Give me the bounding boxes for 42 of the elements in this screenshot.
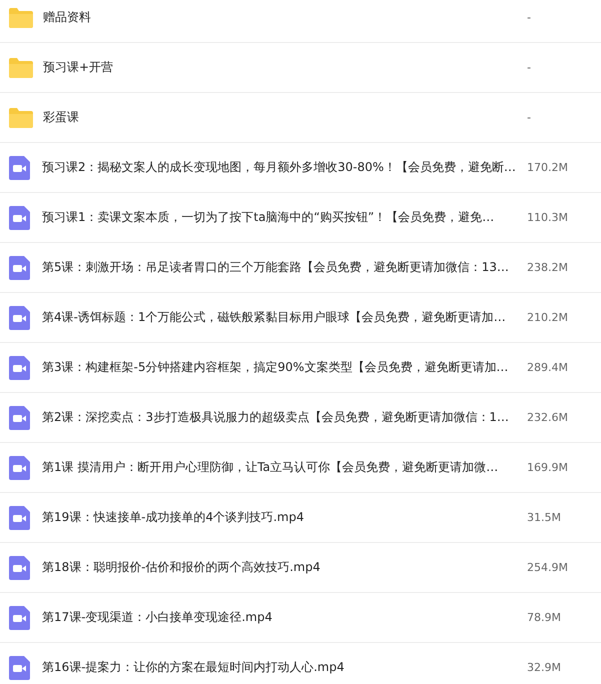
file-size: - bbox=[527, 61, 532, 74]
file-name[interactable]: 预习课1：卖课文案本质，一切为了按下ta脑海中的“购买按钮”！【会员免费，避免… bbox=[42, 209, 527, 226]
folder-icon bbox=[9, 8, 33, 28]
video-file-icon bbox=[9, 456, 30, 480]
video-file-icon bbox=[9, 406, 30, 430]
file-name[interactable]: 第1课 摸清用户：断开用户心理防御，让Ta立马认可你【会员免费，避免断更请加微… bbox=[42, 459, 527, 476]
video-file-icon bbox=[9, 206, 30, 230]
file-size: 170.2M bbox=[527, 161, 569, 174]
video-file-icon bbox=[9, 256, 30, 280]
video-file-icon bbox=[9, 556, 30, 580]
file-name[interactable]: 彩蛋课 bbox=[43, 109, 527, 126]
folder-icon bbox=[9, 108, 33, 128]
file-name[interactable]: 第17课-变现渠道：小白接单变现途径.mp4 bbox=[42, 609, 527, 626]
file-size: 254.9M bbox=[527, 561, 569, 574]
file-size: 210.2M bbox=[527, 311, 569, 324]
file-name[interactable]: 第3课：构建框架-5分钟搭建内容框架，搞定90%文案类型【会员免费，避免断更请加… bbox=[42, 359, 527, 376]
file-name[interactable]: 第5课：刺激开场：吊足读者胃口的三个万能套路【会员免费，避免断更请加微信：13… bbox=[42, 259, 527, 276]
file-name[interactable]: 第18课：聪明报价-估价和报价的两个高效技巧.mp4 bbox=[42, 559, 527, 576]
file-size: 169.9M bbox=[527, 461, 569, 474]
file-name[interactable]: 第19课：快速接单-成功接单的4个谈判技巧.mp4 bbox=[42, 509, 527, 526]
file-name[interactable]: 第2课：深挖卖点：3步打造极具说服力的超级卖点【会员免费，避免断更请加微信：1… bbox=[42, 409, 527, 426]
file-size: 110.3M bbox=[527, 211, 569, 224]
video-file-icon bbox=[9, 606, 30, 630]
video-file-icon bbox=[9, 506, 30, 530]
file-size: 238.2M bbox=[527, 261, 569, 274]
folder-icon bbox=[9, 58, 33, 78]
file-size: - bbox=[527, 11, 532, 24]
file-name[interactable]: 预习课+开营 bbox=[43, 59, 527, 76]
video-file-icon bbox=[9, 656, 30, 680]
video-file-icon bbox=[9, 356, 30, 380]
video-file-icon bbox=[9, 306, 30, 330]
file-name[interactable]: 第16课-提案力：让你的方案在最短时间内打动人心.mp4 bbox=[42, 659, 527, 676]
file-size: 289.4M bbox=[527, 361, 569, 374]
file-size: - bbox=[527, 111, 532, 124]
file-size: 31.5M bbox=[527, 511, 562, 524]
file-name[interactable]: 预习课2：揭秘文案人的成长变现地图，每月额外多增收30-80%！【会员免费，避免断… bbox=[42, 159, 527, 176]
file-size: 78.9M bbox=[527, 611, 562, 624]
file-size: 232.6M bbox=[527, 411, 569, 424]
file-name[interactable]: 第4课-诱饵标题：1个万能公式，磁铁般紧黏目标用户眼球【会员免费，避免断更请加… bbox=[42, 309, 527, 326]
video-file-icon bbox=[9, 156, 30, 180]
file-size: 32.9M bbox=[527, 661, 562, 674]
file-name[interactable]: 赠品资料 bbox=[43, 9, 527, 26]
